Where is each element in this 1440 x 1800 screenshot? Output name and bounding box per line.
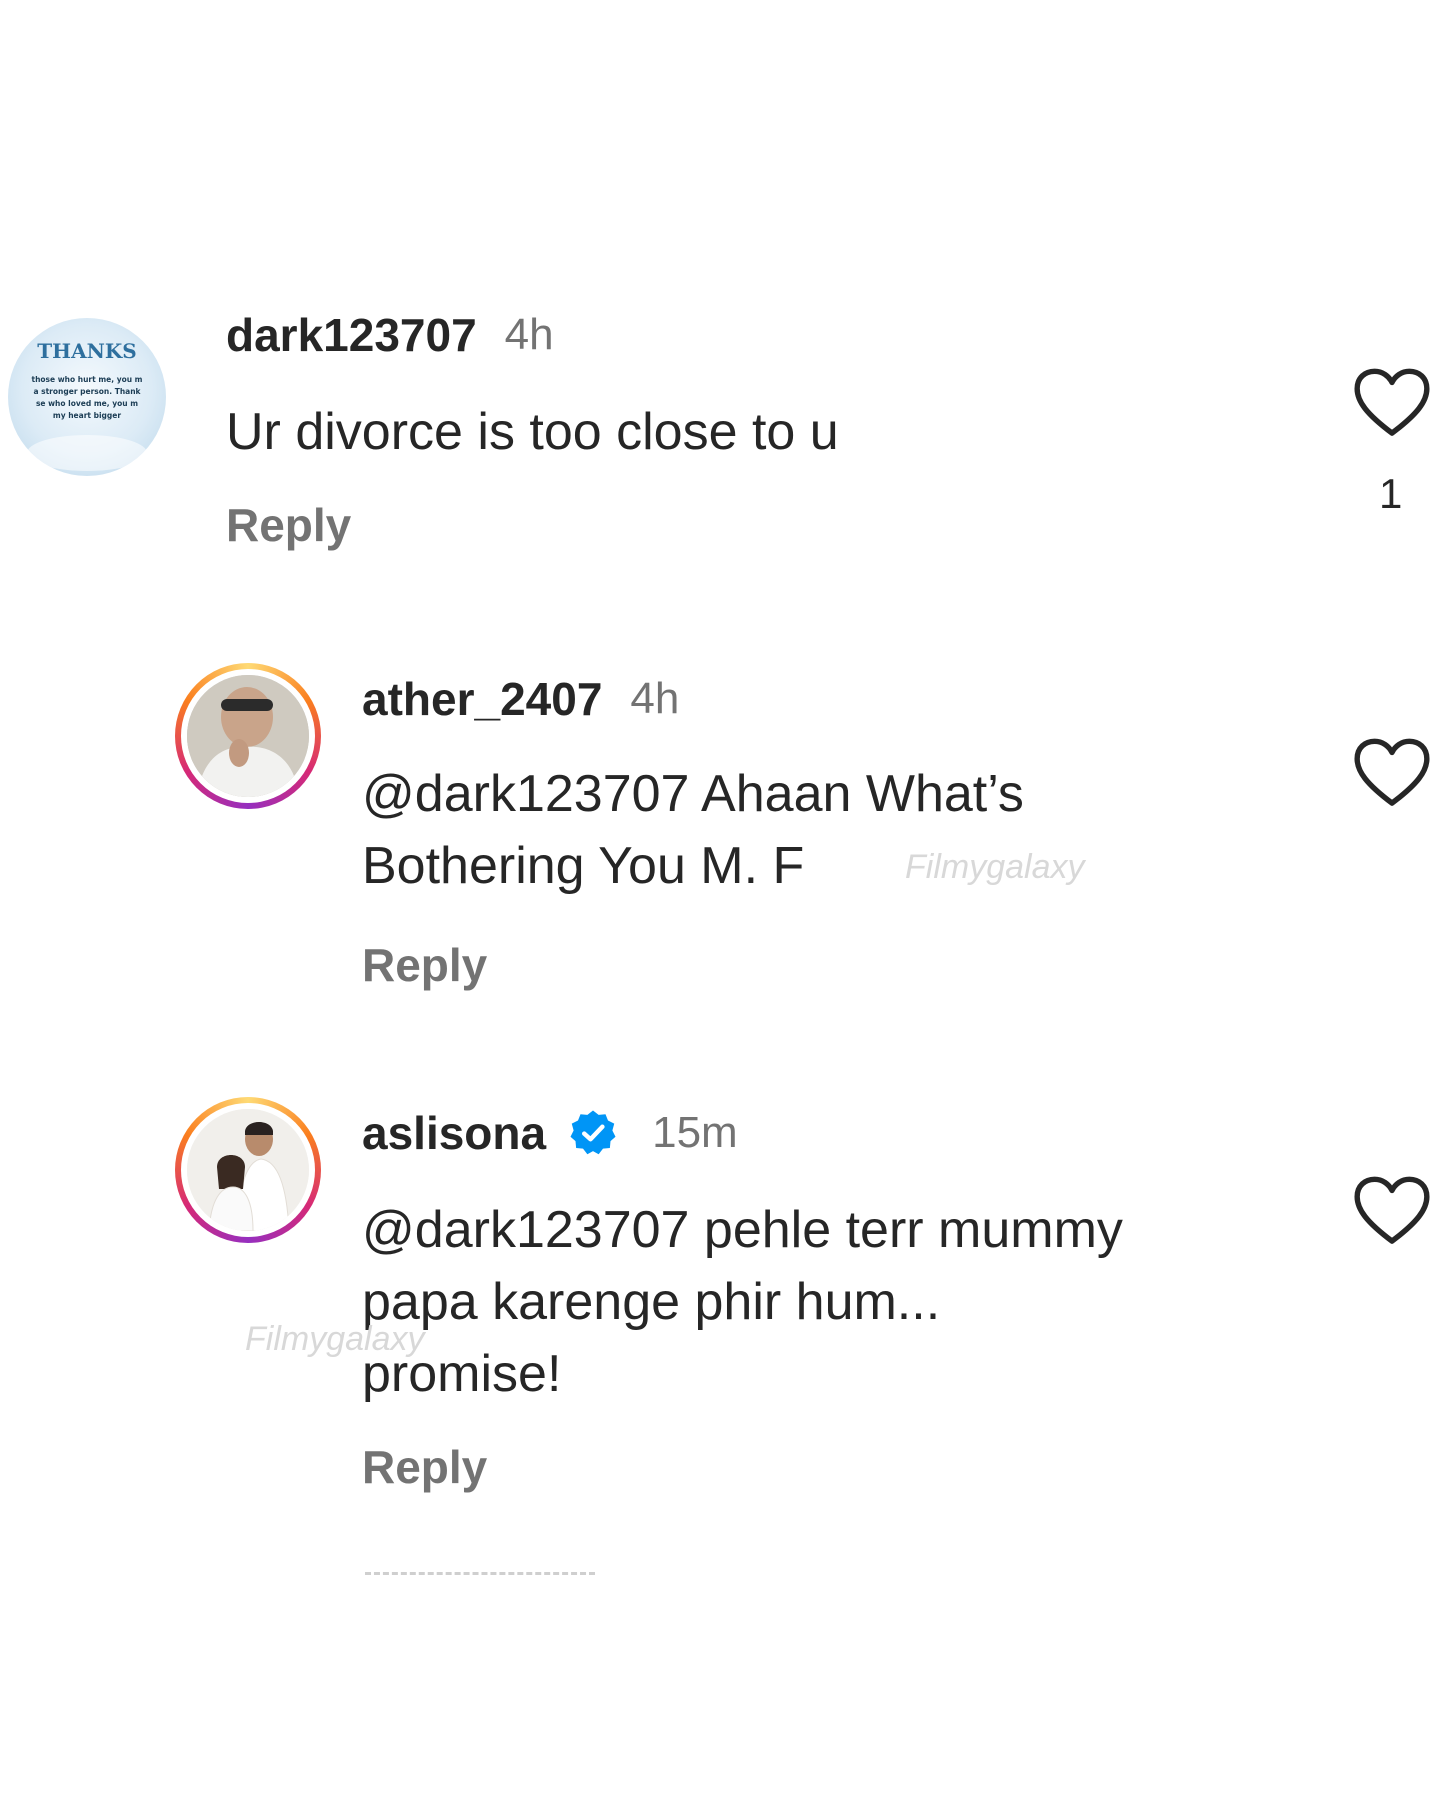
thanks-image: THANKS those who hurt me, you m a strong…: [27, 339, 147, 471]
username[interactable]: aslisona: [362, 1106, 546, 1160]
avatar-line: a stronger person. Thank: [33, 387, 141, 396]
avatar: [187, 675, 309, 797]
comment-text-line: pehle terr mummy: [689, 1201, 1123, 1259]
avatar: [187, 1109, 309, 1231]
mention-link[interactable]: @dark123707: [362, 1201, 689, 1259]
like-count[interactable]: 1: [1379, 470, 1402, 518]
person-image: [187, 675, 309, 797]
watermark: Filmygalaxy: [905, 848, 1085, 886]
timestamp: 4h: [630, 674, 680, 723]
heart-outline-icon[interactable]: [1354, 1176, 1430, 1246]
view-more-replies-divider[interactable]: [365, 1572, 595, 1575]
avatar-story-ring[interactable]: [175, 1097, 321, 1243]
avatar-line: those who hurt me, you m: [31, 375, 142, 384]
reply-button[interactable]: Reply: [362, 1440, 487, 1494]
reply-button[interactable]: Reply: [226, 498, 351, 552]
comment-text: Ur divorce is too close to u: [226, 396, 839, 468]
mention-link[interactable]: @dark123707: [362, 765, 689, 823]
verified-badge-icon: [570, 1110, 616, 1155]
comment-text-line: Bothering You M. F: [362, 837, 805, 895]
reply-button[interactable]: Reply: [362, 938, 487, 992]
heart-outline-icon[interactable]: [1354, 368, 1430, 438]
avatar[interactable]: THANKS those who hurt me, you m a strong…: [8, 318, 166, 476]
timestamp: 15m: [652, 1108, 738, 1157]
timestamp: 4h: [504, 310, 554, 359]
comment-text-content: Ur divorce is too close to u: [226, 403, 839, 461]
avatar-story-ring[interactable]: [175, 663, 321, 809]
heart-outline-icon[interactable]: [1354, 738, 1430, 808]
avatar-line: my heart bigger: [53, 411, 121, 420]
avatar-title: THANKS: [37, 339, 136, 363]
comment-header: dark123707 4h: [226, 308, 554, 362]
username[interactable]: dark123707: [226, 308, 477, 362]
comments-page: THANKS those who hurt me, you m a strong…: [0, 0, 1440, 1800]
comment-text-line: Ahaan What’s: [689, 765, 1024, 823]
avatar-line: se who loved me, you m: [36, 399, 138, 408]
watermark: Filmygalaxy: [245, 1320, 425, 1358]
couple-image: [187, 1109, 309, 1231]
comment-text-line: papa karenge phir hum...: [362, 1273, 941, 1331]
comment-header: ather_2407 4h: [362, 672, 679, 726]
comment-header: aslisona 15m: [362, 1106, 738, 1160]
comment-text: @dark123707 pehle terr mummy papa kareng…: [362, 1194, 1123, 1410]
username[interactable]: ather_2407: [362, 672, 602, 726]
